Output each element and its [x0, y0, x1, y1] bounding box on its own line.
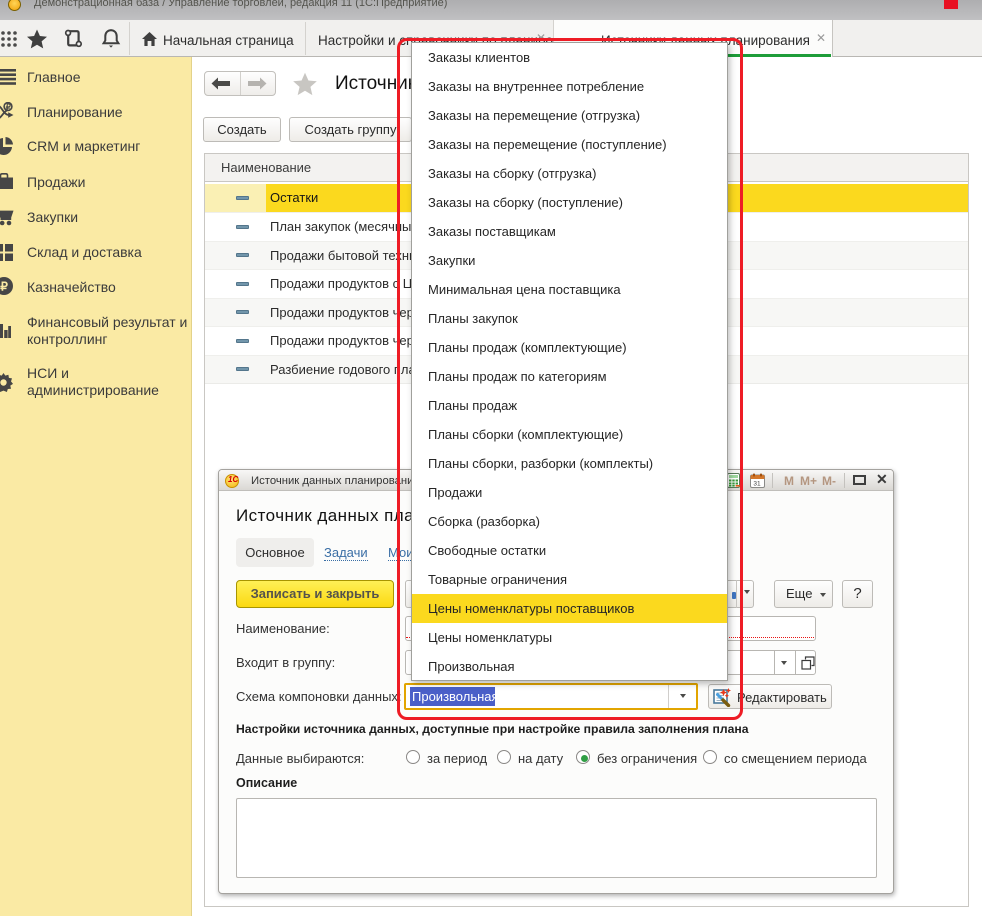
svg-text:₽: ₽ [0, 280, 8, 294]
svg-text:₽: ₽ [6, 102, 11, 111]
svg-text:31: 31 [753, 481, 761, 488]
